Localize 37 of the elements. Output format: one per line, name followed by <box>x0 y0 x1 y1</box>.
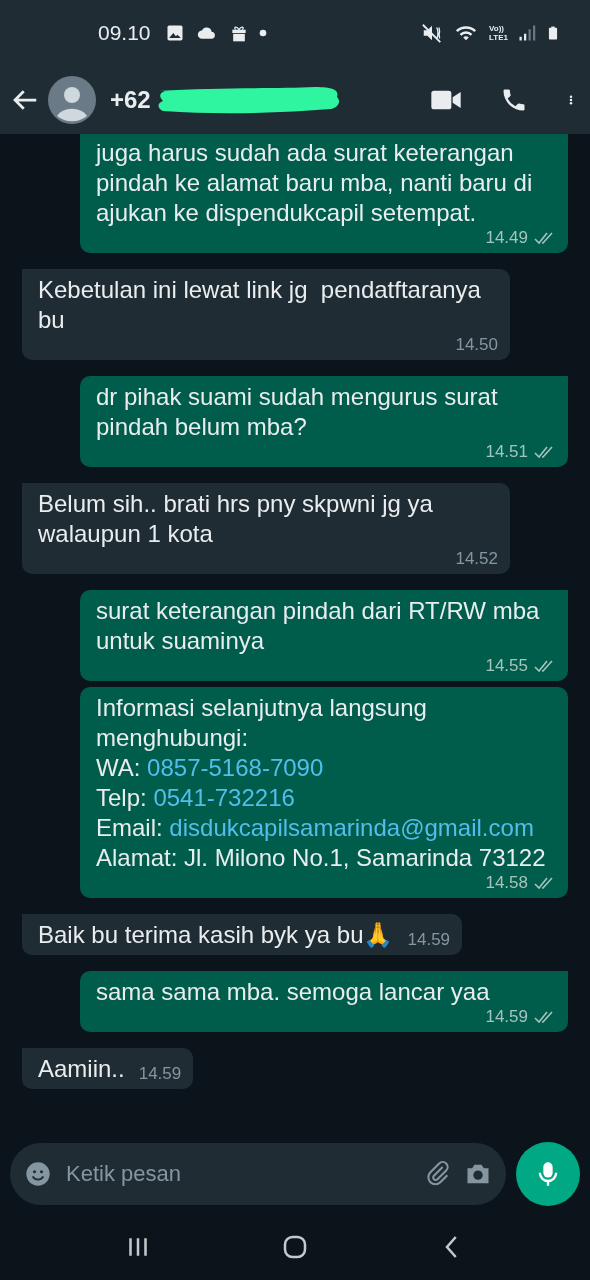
message-text: Informasi selanjutnya langsung menghubungi: <box>96 693 428 753</box>
paperclip-icon[interactable] <box>424 1160 452 1188</box>
message-time: 14.58 <box>485 873 528 893</box>
message-text: Baik bu terima kasih byk ya bu🙏 <box>38 920 394 950</box>
message-time: 14.49 <box>485 228 528 248</box>
message-text: Kebetulan ini lewat link jg pendatftaranya bu <box>38 275 482 335</box>
message-time: 14.55 <box>485 656 528 676</box>
contact-name[interactable]: +62 <box>110 86 151 114</box>
emoji-icon[interactable] <box>24 1160 52 1188</box>
message-field[interactable]: Ketik pesan <box>10 1143 506 1205</box>
message-text: dr pihak suami sudah mengurus surat pindah belum mba? <box>96 382 499 442</box>
message-text: Email: disdukcapilsamarinda@gmail.com <box>96 813 535 843</box>
message-time: 14.50 <box>455 335 498 355</box>
message-link[interactable]: disdukcapilsamarinda@gmail.com <box>169 814 534 841</box>
message-text: WA: 0857-5168-7090 <box>96 753 325 783</box>
message-time: 14.51 <box>485 442 528 462</box>
status-time: 09.10 <box>98 21 151 45</box>
message-text: Belum sih.. brati hrs pny skpwni jg ya walaupun 1 kota <box>38 489 434 549</box>
message-text: surat keterangan pindah dari RT/RW mba untuk suaminya <box>96 596 541 656</box>
message-text: juga harus sudah ada surat keterangan pindah ke alamat baru mba, nanti baru di ajukan ke dispendukcapil setempat. <box>96 138 534 228</box>
message-time: 14.59 <box>407 930 451 950</box>
message-text: Telp: 0541-732216 <box>96 783 296 813</box>
network-label: LTE1 <box>489 33 508 42</box>
message-time: 14.59 <box>485 1007 528 1027</box>
message-text: sama sama mba. semoga lancar yaa <box>96 977 490 1007</box>
mute-icon <box>421 22 444 44</box>
signal-icon <box>518 23 536 43</box>
message-link[interactable]: 0857-5168-7090 <box>147 754 324 781</box>
message-link[interactable]: 0541-732216 <box>153 784 295 811</box>
message-time: 14.52 <box>455 549 498 569</box>
message-text: Aamiin.. <box>38 1054 125 1084</box>
avatar[interactable] <box>48 76 96 124</box>
network-label: Vo)) <box>489 24 505 33</box>
message-text: Alamat: Jl. Milono No.1, Samarinda 73122 <box>96 843 547 873</box>
message-time: 14.59 <box>138 1064 182 1084</box>
message-input[interactable]: Ketik pesan <box>64 1160 412 1188</box>
dot-icon <box>258 29 267 37</box>
